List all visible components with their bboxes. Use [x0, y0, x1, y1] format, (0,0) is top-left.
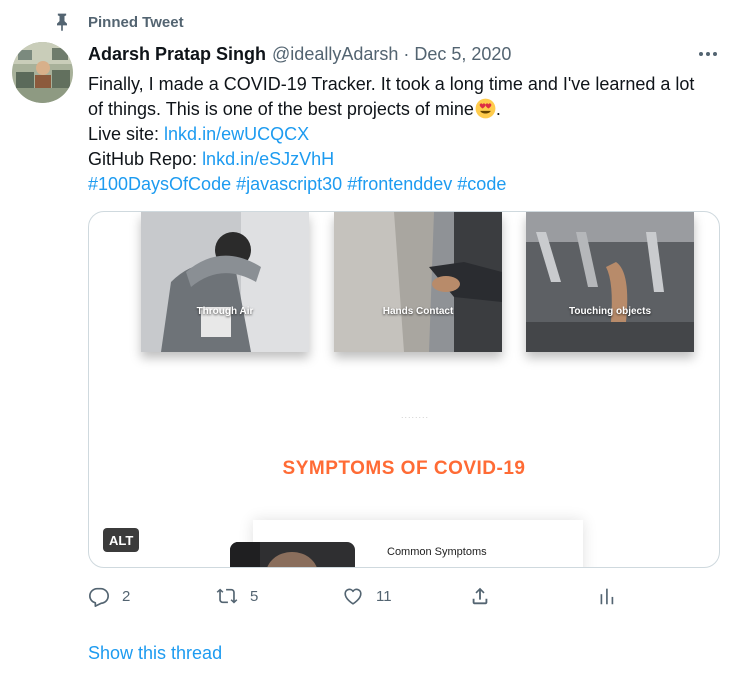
show-thread-link[interactable]: Show this thread: [88, 643, 222, 664]
reply-count: 2: [122, 587, 131, 605]
share-button[interactable]: [469, 583, 491, 609]
reply-icon: [89, 587, 109, 607]
card-label: Hands Contact: [382, 306, 454, 317]
card-image: [141, 212, 309, 352]
like-button[interactable]: 11: [342, 583, 392, 609]
live-site-label: Live site:: [88, 124, 165, 144]
avatar[interactable]: [12, 42, 73, 103]
more-icon: [699, 52, 717, 56]
common-symptoms-label: Common Symptoms: [387, 546, 487, 558]
retweet-icon: [216, 588, 238, 604]
like-count: 11: [376, 587, 392, 605]
tweet-header: Adarsh Pratap Singh @ideallyAdarsh · Dec…: [88, 42, 511, 66]
alt-badge[interactable]: ALT: [103, 528, 140, 552]
github-link[interactable]: lnkd.in/eSJzVhH: [202, 149, 334, 169]
pinned-label: Pinned Tweet: [88, 13, 184, 31]
tweet-text: Finally, I made a COVID-19 Tracker. It t…: [88, 72, 728, 197]
retweet-count: 5: [250, 587, 259, 605]
hashtag-javascript30[interactable]: #javascript30: [236, 174, 342, 194]
avatar-image: [12, 42, 73, 103]
live-site-link[interactable]: lnkd.in/ewUCQCX: [164, 124, 309, 144]
tweet-date[interactable]: Dec 5, 2020: [414, 44, 511, 65]
more-button[interactable]: [694, 44, 722, 64]
reply-button[interactable]: 2: [88, 583, 130, 609]
tweet-actions: 2 5 11: [88, 583, 728, 609]
tweet-text-line: of things. This is one of the best proje…: [88, 97, 728, 122]
github-label: GitHub Repo:: [88, 149, 203, 169]
header-separator: ·: [403, 43, 410, 64]
pinned-indicator: Pinned Tweet: [52, 10, 184, 34]
symptoms-image: [230, 542, 355, 567]
symptoms-photo: [230, 542, 355, 567]
author-handle[interactable]: @ideallyAdarsh: [272, 44, 398, 65]
card-label: Touching objects: [568, 306, 652, 317]
card-label: Through Air: [196, 306, 254, 317]
tweet-text-fragment: of things. This is one of the best proje…: [88, 99, 474, 119]
heart-eyes-emoji: [475, 98, 496, 119]
analytics-icon: [600, 588, 614, 605]
media-card-hands-contact: Hands Contact: [334, 212, 502, 352]
card-image: [334, 212, 502, 352]
pin-icon: [57, 13, 67, 32]
github-line: GitHub Repo: lnkd.in/eSJzVhH: [88, 147, 728, 172]
share-icon: [472, 587, 488, 605]
retweet-button[interactable]: 5: [216, 583, 258, 609]
symptoms-title: SYMPTOMS OF COVID-19: [282, 458, 526, 479]
tweet-text-line: Finally, I made a COVID-19 Tracker. It t…: [88, 74, 695, 94]
author-name[interactable]: Adarsh Pratap Singh: [88, 44, 266, 65]
hashtag-frontenddev[interactable]: #frontenddev: [347, 174, 452, 194]
hashtags-line: #100DaysOfCode #javascript30 #frontendde…: [88, 172, 728, 197]
like-icon: [344, 588, 362, 605]
hashtag-100daysofcode[interactable]: #100DaysOfCode: [88, 174, 231, 194]
media-card-through-air: Through Air: [141, 212, 309, 352]
card-image: [526, 212, 694, 352]
hashtag-code[interactable]: #code: [457, 174, 506, 194]
live-site-line: Live site: lnkd.in/ewUCQCX: [88, 122, 728, 147]
analytics-button[interactable]: [596, 583, 618, 609]
tweet-text-fragment: .: [495, 99, 501, 119]
tweet-media[interactable]: Through Air Hands Contact Touching objec…: [88, 211, 720, 568]
section-separator: ........: [401, 410, 430, 420]
media-card-touching-objects: Touching objects: [526, 212, 694, 352]
